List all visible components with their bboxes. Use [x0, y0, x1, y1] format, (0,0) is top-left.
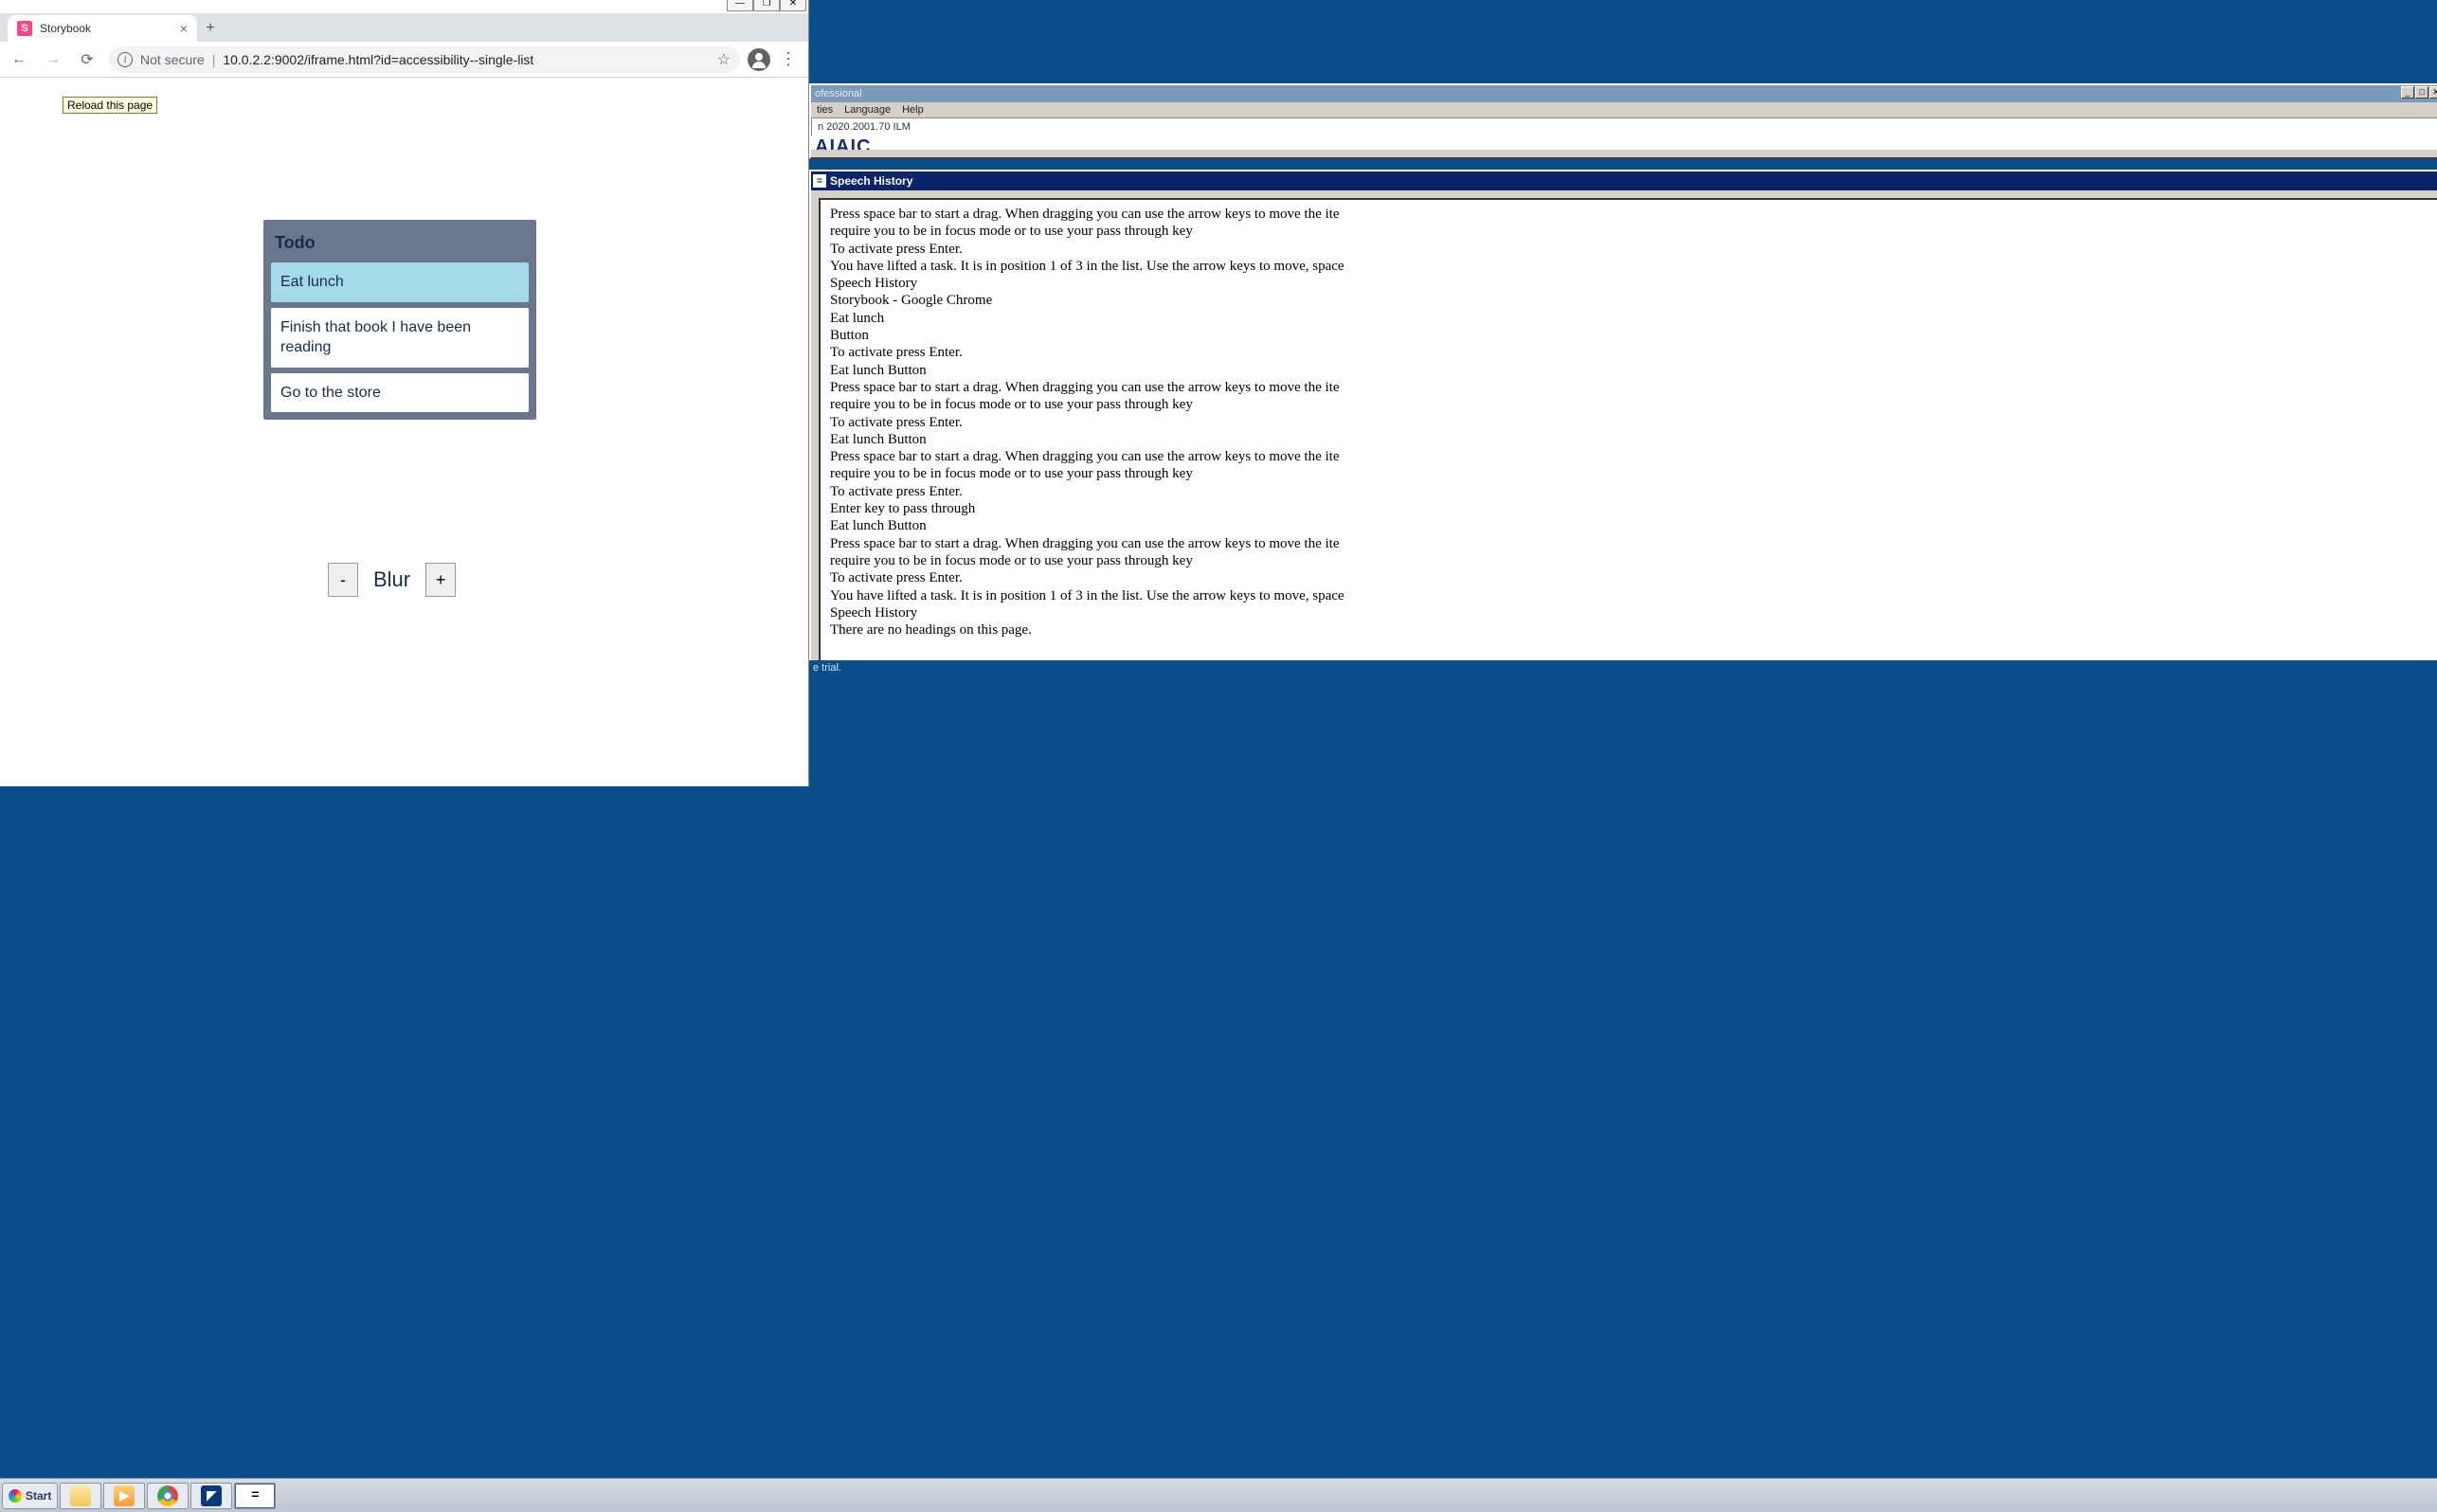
speech-history-content[interactable]: Press space bar to start a drag. When dr… [819, 198, 2437, 662]
site-info-icon[interactable]: i [117, 52, 133, 67]
speech-line: Storybook - Google Chrome [830, 292, 2435, 309]
tab-strip: S Storybook × + [0, 13, 808, 42]
jaws-menu-item[interactable]: ties [817, 104, 833, 116]
speech-line: Button [830, 327, 2435, 344]
storybook-favicon-icon: S [17, 21, 32, 36]
jaws-menubar[interactable]: ties Language Help [811, 102, 2437, 117]
page-content: Reload this page Todo Eat lunch Finish t… [0, 78, 808, 786]
speech-line: Speech History [830, 275, 2435, 292]
windows-logo-icon [9, 1489, 22, 1503]
jaws-titlebar[interactable]: ofessional _ □ ✕ [811, 85, 2437, 102]
jaws-maximize-button[interactable]: □ [2415, 86, 2428, 99]
jaws-version-label: n 2020.2001.70 ILM [811, 117, 2437, 136]
chrome-window: — ❐ ✕ S Storybook × + ← → ⟳ i Not secure… [0, 0, 809, 786]
taskbar-app-icon[interactable]: ◤ [190, 1483, 232, 1509]
reload-tooltip: Reload this page [63, 97, 157, 114]
speech-line: require you to be in focus mode or to us… [830, 396, 2435, 413]
speech-line: Speech History [830, 604, 2435, 621]
trial-text-fragment: e trial. [809, 660, 2437, 675]
jaws-title-fragment: ofessional [815, 88, 862, 99]
browser-tab[interactable]: S Storybook × [8, 15, 197, 42]
blur-label: Blur [373, 567, 410, 592]
speech-line: To activate press Enter. [830, 569, 2435, 586]
tab-close-button[interactable]: × [180, 21, 188, 36]
speech-system-icon[interactable]: = [813, 174, 826, 188]
speech-line: Press space bar to start a drag. When dr… [830, 535, 2435, 552]
todo-item[interactable]: Go to the store [271, 373, 529, 413]
jaws-minimize-button[interactable]: _ [2401, 86, 2414, 99]
speech-line: You have lifted a task. It is in positio… [830, 587, 2435, 604]
bookmark-star-icon[interactable]: ☆ [717, 50, 731, 69]
blur-increase-button[interactable]: + [425, 563, 456, 597]
window-close-button[interactable]: ✕ [780, 0, 806, 11]
speech-line: Press space bar to start a drag. When dr… [830, 448, 2435, 465]
forward-button[interactable]: → [40, 46, 66, 73]
speech-line: Eat lunch Button [830, 431, 2435, 448]
taskbar-jaws-icon[interactable]: = [234, 1483, 276, 1509]
tab-title: Storybook [40, 22, 91, 35]
speech-line: Eat lunch Button [830, 362, 2435, 379]
todo-item[interactable]: Finish that book I have been reading [271, 308, 529, 368]
jaws-menu-item[interactable]: Help [902, 104, 924, 116]
speech-line: Enter key to pass through [830, 500, 2435, 517]
profile-avatar-icon[interactable] [748, 48, 770, 71]
speech-line: require you to be in focus mode or to us… [830, 223, 2435, 240]
speech-line: To activate press Enter. [830, 483, 2435, 500]
start-button[interactable]: Start [2, 1483, 58, 1509]
speech-line: require you to be in focus mode or to us… [830, 465, 2435, 482]
speech-line: require you to be in focus mode or to us… [830, 552, 2435, 569]
taskbar: Start ▶ ◤ = [0, 1478, 2437, 1512]
omnibox-separator: | [212, 52, 216, 67]
blur-controls: - Blur + [328, 563, 456, 597]
jaws-window: ofessional _ □ ✕ ties Language Help n 20… [809, 83, 2437, 159]
taskbar-chrome-icon[interactable] [147, 1483, 189, 1509]
chrome-titlebar: — ❐ ✕ [0, 0, 808, 13]
taskbar-explorer-icon[interactable] [60, 1483, 101, 1509]
new-tab-button[interactable]: + [197, 15, 224, 42]
blur-decrease-button[interactable]: - [328, 563, 358, 597]
browser-toolbar: ← → ⟳ i Not secure | 10.0.2.2:9002/ifram… [0, 42, 808, 78]
back-button[interactable]: ← [6, 46, 32, 73]
reload-button[interactable]: ⟳ [74, 46, 100, 73]
speech-line: To activate press Enter. [830, 344, 2435, 361]
speech-line: There are no headings on this page. [830, 621, 2435, 639]
jaws-menu-item[interactable]: Language [844, 104, 891, 116]
window-maximize-button[interactable]: ❐ [753, 0, 780, 11]
jaws-close-button[interactable]: ✕ [2429, 86, 2437, 99]
speech-line: Eat lunch Button [830, 517, 2435, 534]
speech-line: You have lifted a task. It is in positio… [830, 258, 2435, 275]
address-bar[interactable]: i Not secure | 10.0.2.2:9002/iframe.html… [108, 46, 740, 73]
speech-line: To activate press Enter. [830, 241, 2435, 258]
speech-line: Eat lunch [830, 310, 2435, 327]
speech-line: Press space bar to start a drag. When dr… [830, 206, 2435, 223]
speech-history-titlebar[interactable]: = Speech History [811, 171, 2437, 190]
speech-history-title: Speech History [830, 174, 912, 188]
todo-list-title: Todo [271, 227, 529, 262]
url-text: 10.0.2.2:9002/iframe.html?id=accessibili… [223, 52, 533, 67]
speech-line: Press space bar to start a drag. When dr… [830, 379, 2435, 396]
not-secure-label: Not secure [140, 52, 205, 67]
window-minimize-button[interactable]: — [727, 0, 753, 11]
speech-history-window: = Speech History Press space bar to star… [809, 170, 2437, 672]
todo-item[interactable]: Eat lunch [271, 262, 529, 302]
todo-list: Todo Eat lunch Finish that book I have b… [263, 220, 536, 420]
start-label: Start [26, 1489, 51, 1503]
chrome-menu-button[interactable]: ⋮ [780, 49, 797, 69]
speech-line: To activate press Enter. [830, 414, 2435, 431]
taskbar-media-player-icon[interactable]: ▶ [103, 1483, 145, 1509]
jaws-brand-fragment: AIAIC [811, 136, 2437, 150]
